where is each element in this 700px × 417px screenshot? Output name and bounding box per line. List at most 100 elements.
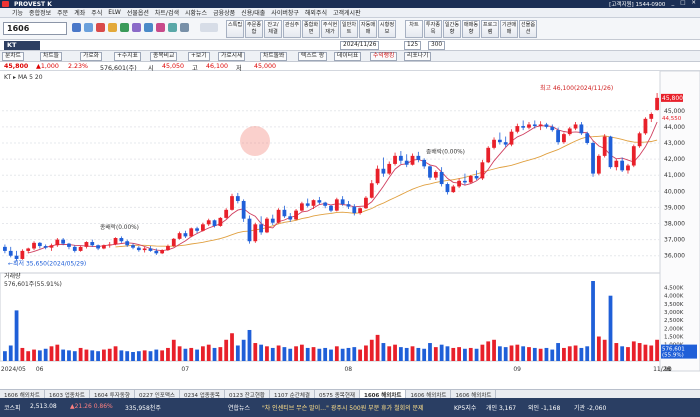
toolbar-button[interactable]: 종합화면	[302, 20, 320, 38]
volume-bar	[37, 350, 42, 361]
volume-bar	[497, 346, 502, 361]
screen-tab[interactable]: 1107 순간체결	[270, 390, 315, 399]
ma-legend: KT ▸ MA 5 20	[4, 74, 43, 81]
menu-item[interactable]: 시황뉴스	[185, 8, 207, 17]
chart-tab[interactable]: 가로시세	[218, 52, 246, 61]
count2-input[interactable]: 300	[428, 41, 446, 50]
screen-tab[interactable]: 1606 해외차트	[451, 390, 497, 399]
menu-item[interactable]: 주문	[57, 8, 68, 17]
window-icon[interactable]	[84, 23, 93, 32]
toolbar-button[interactable]: 선물옵션	[519, 20, 537, 38]
menu-item[interactable]: 신용/대출	[241, 8, 265, 17]
chart-tab[interactable]: 리포나기	[404, 52, 432, 61]
screen-tab[interactable]: 1606 해외차트	[406, 390, 452, 399]
toolbar-button[interactable]: 스톡팁	[226, 20, 244, 38]
screen-tab-active[interactable]: 1606 해외차트	[360, 390, 407, 399]
home-icon[interactable]	[72, 23, 81, 32]
toolbar-button[interactable]: 주문종합	[245, 20, 263, 38]
toolbar-button[interactable]: 투자종목	[424, 20, 442, 38]
menu-item[interactable]: 선물옵션	[127, 8, 149, 17]
volume-bar	[230, 333, 234, 361]
candle-body	[119, 238, 124, 242]
screen-code-input[interactable]: 1606	[3, 22, 67, 35]
screen-tab[interactable]: 1603 업종차트	[45, 390, 90, 399]
chart-tab[interactable]: 데이터표	[334, 52, 362, 61]
screen-tab[interactable]: 0234 업종종목	[180, 390, 225, 399]
menu-item[interactable]: 계좌	[74, 8, 85, 17]
chart-tab[interactable]: 차트들	[40, 52, 62, 61]
chart-tab[interactable]: +수지표	[114, 52, 141, 61]
toolbar-button[interactable]: 매매동향	[462, 20, 480, 38]
news-ticker[interactable]: "차 인센티브 무슨 말이…" 광주시 500원 부분 휴가 철회의 문제	[262, 403, 424, 412]
settings-icon[interactable]	[144, 23, 153, 32]
menu-item[interactable]: 차트/검색	[155, 8, 179, 17]
chart-tab[interactable]: 텍스트 랑	[298, 52, 328, 61]
date-input[interactable]: 2024/11/26	[340, 41, 380, 50]
candle-body	[445, 184, 450, 193]
chart-tab[interactable]: +보기	[188, 52, 210, 61]
screen-tab[interactable]: 0575 종목현재	[315, 390, 360, 399]
toolbar-button[interactable]: 일간동향	[443, 20, 461, 38]
screen-tab[interactable]: 0227 인포맥스	[135, 390, 180, 399]
volume-bar	[26, 351, 31, 361]
candle-body	[497, 139, 502, 143]
menu-item[interactable]: 해외주식	[305, 8, 327, 17]
volume-bar	[96, 351, 100, 361]
candle-body	[183, 233, 188, 237]
chart-tab[interactable]: 종목비교	[150, 52, 178, 61]
lock-icon[interactable]	[168, 23, 177, 32]
candle-body	[230, 196, 234, 210]
chart-tab[interactable]: 차트돌봐	[260, 52, 288, 61]
volume-bar	[451, 347, 456, 361]
screen-tab[interactable]: 0123 잔고현황	[225, 390, 270, 399]
layout-icon[interactable]	[132, 23, 141, 32]
menu-item[interactable]: 주식	[91, 8, 102, 17]
menu-item[interactable]: 기능	[12, 8, 23, 17]
group-dropdown[interactable]	[200, 23, 218, 32]
maximize-button[interactable]: □	[680, 0, 685, 8]
toolbar-button[interactable]: 차트	[405, 20, 423, 38]
toolbar-button[interactable]: 프로그램	[481, 20, 499, 38]
toolbar-button[interactable]: 관심주	[283, 20, 301, 38]
toolbar-button[interactable]: 기관매매	[500, 20, 518, 38]
menu-item[interactable]: 고객게시판	[333, 8, 361, 17]
candle-body	[160, 250, 165, 254]
foreign-flow: 외인 -1,168	[528, 405, 561, 412]
candle-body	[26, 248, 31, 251]
arrow-icon[interactable]	[180, 23, 189, 32]
individual-flow: 개인 3,167	[486, 405, 517, 412]
chart-toolbar: 분차트 차트들 가로화 +수지표 종목비교 +보기 가로시세 차트돌봐 텍스트 …	[0, 41, 700, 62]
menu-item[interactable]: ELW	[108, 9, 121, 16]
grid-icon[interactable]	[120, 23, 129, 32]
price-chart[interactable]: 36,000 37,000 38,000 39,000 40,000 41,000 42,0…	[0, 71, 700, 389]
screen-tab[interactable]: 1606 해외차트	[0, 390, 45, 399]
volume-bar	[480, 344, 485, 361]
toolbar-button[interactable]: 일반차트	[340, 20, 358, 38]
candle-body	[562, 134, 566, 143]
volume-bar	[148, 351, 153, 361]
menu-item[interactable]: 사이버창구	[271, 8, 299, 17]
candle-body	[585, 133, 590, 143]
folder-icon[interactable]	[108, 23, 117, 32]
link-icon[interactable]	[156, 23, 165, 32]
menu-item[interactable]: 금융상품	[213, 8, 235, 17]
record-icon[interactable]	[96, 23, 105, 32]
volume-bar	[8, 345, 13, 361]
minimize-button[interactable]: _	[671, 0, 674, 8]
count-input[interactable]: 125	[404, 41, 422, 50]
chart-tab[interactable]: 분차트	[2, 52, 24, 61]
chart-tab[interactable]: 가로화	[80, 52, 102, 61]
menu-item[interactable]: 종합정보	[29, 8, 51, 17]
open-value: 45,050	[162, 63, 185, 70]
screen-tab[interactable]: 1604 투자동향	[90, 390, 135, 399]
toolbar-button[interactable]: 자동매매	[359, 20, 377, 38]
volume-bar	[113, 346, 118, 361]
toolbar-button[interactable]: 주식현재가	[321, 20, 339, 38]
candle-body	[224, 209, 229, 218]
institution-flow: 기관 -2,060	[574, 405, 607, 412]
close-button[interactable]: ✕	[691, 0, 696, 8]
toolbar-button[interactable]: 잔고/체결	[264, 20, 282, 38]
candle-body	[90, 242, 95, 246]
toolbar-button[interactable]: 시황정보	[378, 20, 396, 38]
chart-tab[interactable]: 수익랭킹	[370, 52, 398, 61]
